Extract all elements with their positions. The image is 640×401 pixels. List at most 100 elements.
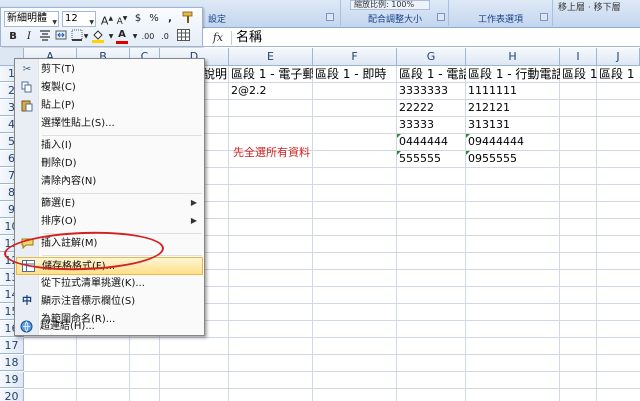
currency-button[interactable]: $ — [131, 11, 145, 27]
font-color-label: A — [118, 29, 126, 40]
menu-item-format-cells[interactable]: 儲存格格式(F)... — [16, 257, 203, 275]
annotation-note: 先全選所有資料 — [233, 146, 310, 159]
cell-g3[interactable]: 22222 — [397, 100, 466, 116]
phonetic-icon: 中 — [22, 296, 32, 307]
grow-font-button[interactable]: A▲ — [100, 11, 114, 28]
bold-button[interactable]: B — [6, 29, 20, 45]
menu-item-insert-comment[interactable]: 插入註解(M) — [16, 235, 203, 253]
cell-h3[interactable]: 212121 — [466, 100, 560, 116]
center-align-icon[interactable] — [38, 29, 52, 45]
cell-g5[interactable]: 0444444 — [397, 134, 466, 150]
cell-h4[interactable]: 313131 — [466, 117, 560, 133]
menu-item-label: 從下拉式清單挑選(K)... — [41, 278, 145, 289]
menu-item-pick-from-list[interactable]: 從下拉式清單挑選(K)... — [16, 275, 203, 293]
menu-item-label: 插入(I) — [41, 140, 72, 151]
formula-input[interactable]: 名稱 — [236, 30, 262, 46]
decrease-decimal-icon[interactable]: .00 — [141, 29, 155, 45]
error-indicator-icon — [397, 151, 401, 155]
italic-label: I — [27, 31, 31, 42]
cell-e1[interactable]: 區段 1 - 電子郵件 — [229, 66, 313, 82]
context-menu: ✂ 剪下(T) 複製(C) 貼上(P) 選擇性貼上(S)... 插入(I) 刪除… — [14, 58, 205, 336]
comma-button[interactable]: , — [163, 11, 177, 27]
cell-i1[interactable]: 區段 1 — [560, 66, 597, 82]
mini-toolbar: 新細明體 ▼ 12 ▼ A▲ A▼ $ % , B I ▼ ▼ A ▼ .00 … — [0, 7, 203, 47]
menu-item-paste[interactable]: 貼上(P) — [16, 97, 203, 115]
fill-color-icon[interactable] — [91, 29, 105, 45]
row-header-17[interactable]: 17 — [0, 338, 24, 354]
row-header-19[interactable]: 19 — [0, 372, 24, 388]
menu-item-label: 超連結(H)... — [40, 321, 95, 332]
gridline — [24, 388, 640, 389]
error-indicator-icon — [466, 151, 470, 155]
table-style-icon[interactable] — [176, 29, 190, 45]
cell-d1[interactable]: 說明 — [201, 66, 229, 82]
menu-item-label: 儲存格格式(F)... — [42, 261, 116, 272]
cell-g2[interactable]: 3333333 — [397, 83, 466, 99]
menu-item-hyperlink[interactable]: 超連結(H)... — [15, 318, 202, 336]
font-color-swatch — [116, 41, 128, 44]
format-painter-icon[interactable] — [181, 11, 195, 27]
menu-item-sort[interactable]: 排序(O) ▶ — [16, 213, 203, 231]
merge-center-icon[interactable] — [54, 29, 68, 45]
column-header-g[interactable]: G — [397, 48, 466, 66]
scale-launcher-icon[interactable] — [437, 13, 445, 21]
menu-separator — [42, 233, 202, 234]
cell-h5[interactable]: 09444444 — [466, 134, 560, 150]
menu-item-paste-special[interactable]: 選擇性貼上(S)... — [16, 115, 203, 133]
menu-item-label: 貼上(P) — [41, 100, 75, 111]
row-header-18[interactable]: 18 — [0, 355, 24, 371]
cell-g1[interactable]: 區段 1 - 電話 — [397, 66, 466, 82]
zoom-text: 縮放比例: 100% — [354, 0, 415, 9]
menu-item-show-phonetic[interactable]: 中 顯示注音標示欄位(S) — [16, 293, 203, 311]
chevron-down-icon[interactable]: ▼ — [128, 33, 142, 49]
comma-label: , — [168, 13, 172, 24]
row-header-20[interactable]: 20 — [0, 389, 24, 401]
hyperlink-icon — [18, 320, 34, 334]
column-header-f[interactable]: F — [313, 48, 397, 66]
menu-item-delete[interactable]: 刪除(D) — [16, 155, 203, 173]
increase-decimal-icon[interactable]: .0 — [158, 29, 172, 45]
cell-e2[interactable]: 2@2.2 — [229, 83, 313, 99]
page-setup-launcher-icon[interactable] — [326, 13, 334, 21]
formula-separator — [231, 31, 232, 45]
percent-label: % — [149, 13, 159, 24]
error-indicator-icon — [466, 134, 470, 138]
insert-function-icon[interactable]: fx — [209, 30, 227, 46]
font-color-button[interactable]: A — [115, 27, 129, 44]
chevron-down-icon: ▼ — [52, 19, 57, 26]
menu-item-label: 篩選(E) — [41, 198, 76, 209]
menu-separator — [42, 193, 202, 194]
menu-item-copy[interactable]: 複製(C) — [16, 79, 203, 97]
italic-button[interactable]: I — [22, 29, 36, 45]
menu-item-cut[interactable]: ✂ 剪下(T) — [16, 61, 203, 79]
percent-button[interactable]: % — [147, 11, 161, 27]
excel-window: 縮放比例: 100% 設定 配合調整大小 工作表選項 移上層 · 移下層 新細明… — [0, 0, 640, 401]
menu-item-insert[interactable]: 插入(I) — [16, 137, 203, 155]
cell-j1[interactable]: 區段 1 — [597, 66, 640, 82]
submenu-arrow-icon: ▶ — [190, 198, 197, 207]
menu-item-label: 插入註解(M) — [41, 238, 98, 249]
ribbon-separator — [448, 0, 449, 26]
zoom-combo[interactable]: 縮放比例: 100% — [350, 0, 430, 10]
cell-g4[interactable]: 33333 — [397, 117, 466, 133]
menu-item-filter[interactable]: 篩選(E) ▶ — [16, 195, 203, 213]
cell-h6[interactable]: 0955555 — [466, 151, 560, 167]
ribbon-separator — [340, 0, 341, 26]
font-size-combo[interactable]: 12 ▼ — [62, 11, 96, 27]
menu-item-clear-contents[interactable]: 清除內容(N) — [16, 173, 203, 191]
menu-item-label: 清除內容(N) — [41, 176, 97, 187]
font-name-combo[interactable]: 新細明體 ▼ — [4, 11, 59, 27]
cell-h2[interactable]: 1111111 — [466, 83, 560, 99]
column-header-i[interactable]: I — [560, 48, 597, 66]
cell-f1[interactable]: 區段 1 - 即時 — [313, 66, 397, 82]
shrink-font-button[interactable]: A▼ — [115, 11, 129, 27]
column-header-e[interactable]: E — [229, 48, 313, 66]
arrange-labels[interactable]: 移上層 · 移下層 — [558, 0, 621, 13]
cell-g6[interactable]: 555555 — [397, 151, 466, 167]
column-header-j[interactable]: J — [597, 48, 640, 66]
cell-h1[interactable]: 區段 1 - 行動電話 — [466, 66, 560, 82]
group-label-sheet-options: 工作表選項 — [478, 15, 524, 25]
column-header-h[interactable]: H — [466, 48, 560, 66]
formula-bar: fx 名稱 — [203, 29, 640, 47]
sheet-options-launcher-icon[interactable] — [540, 13, 548, 21]
